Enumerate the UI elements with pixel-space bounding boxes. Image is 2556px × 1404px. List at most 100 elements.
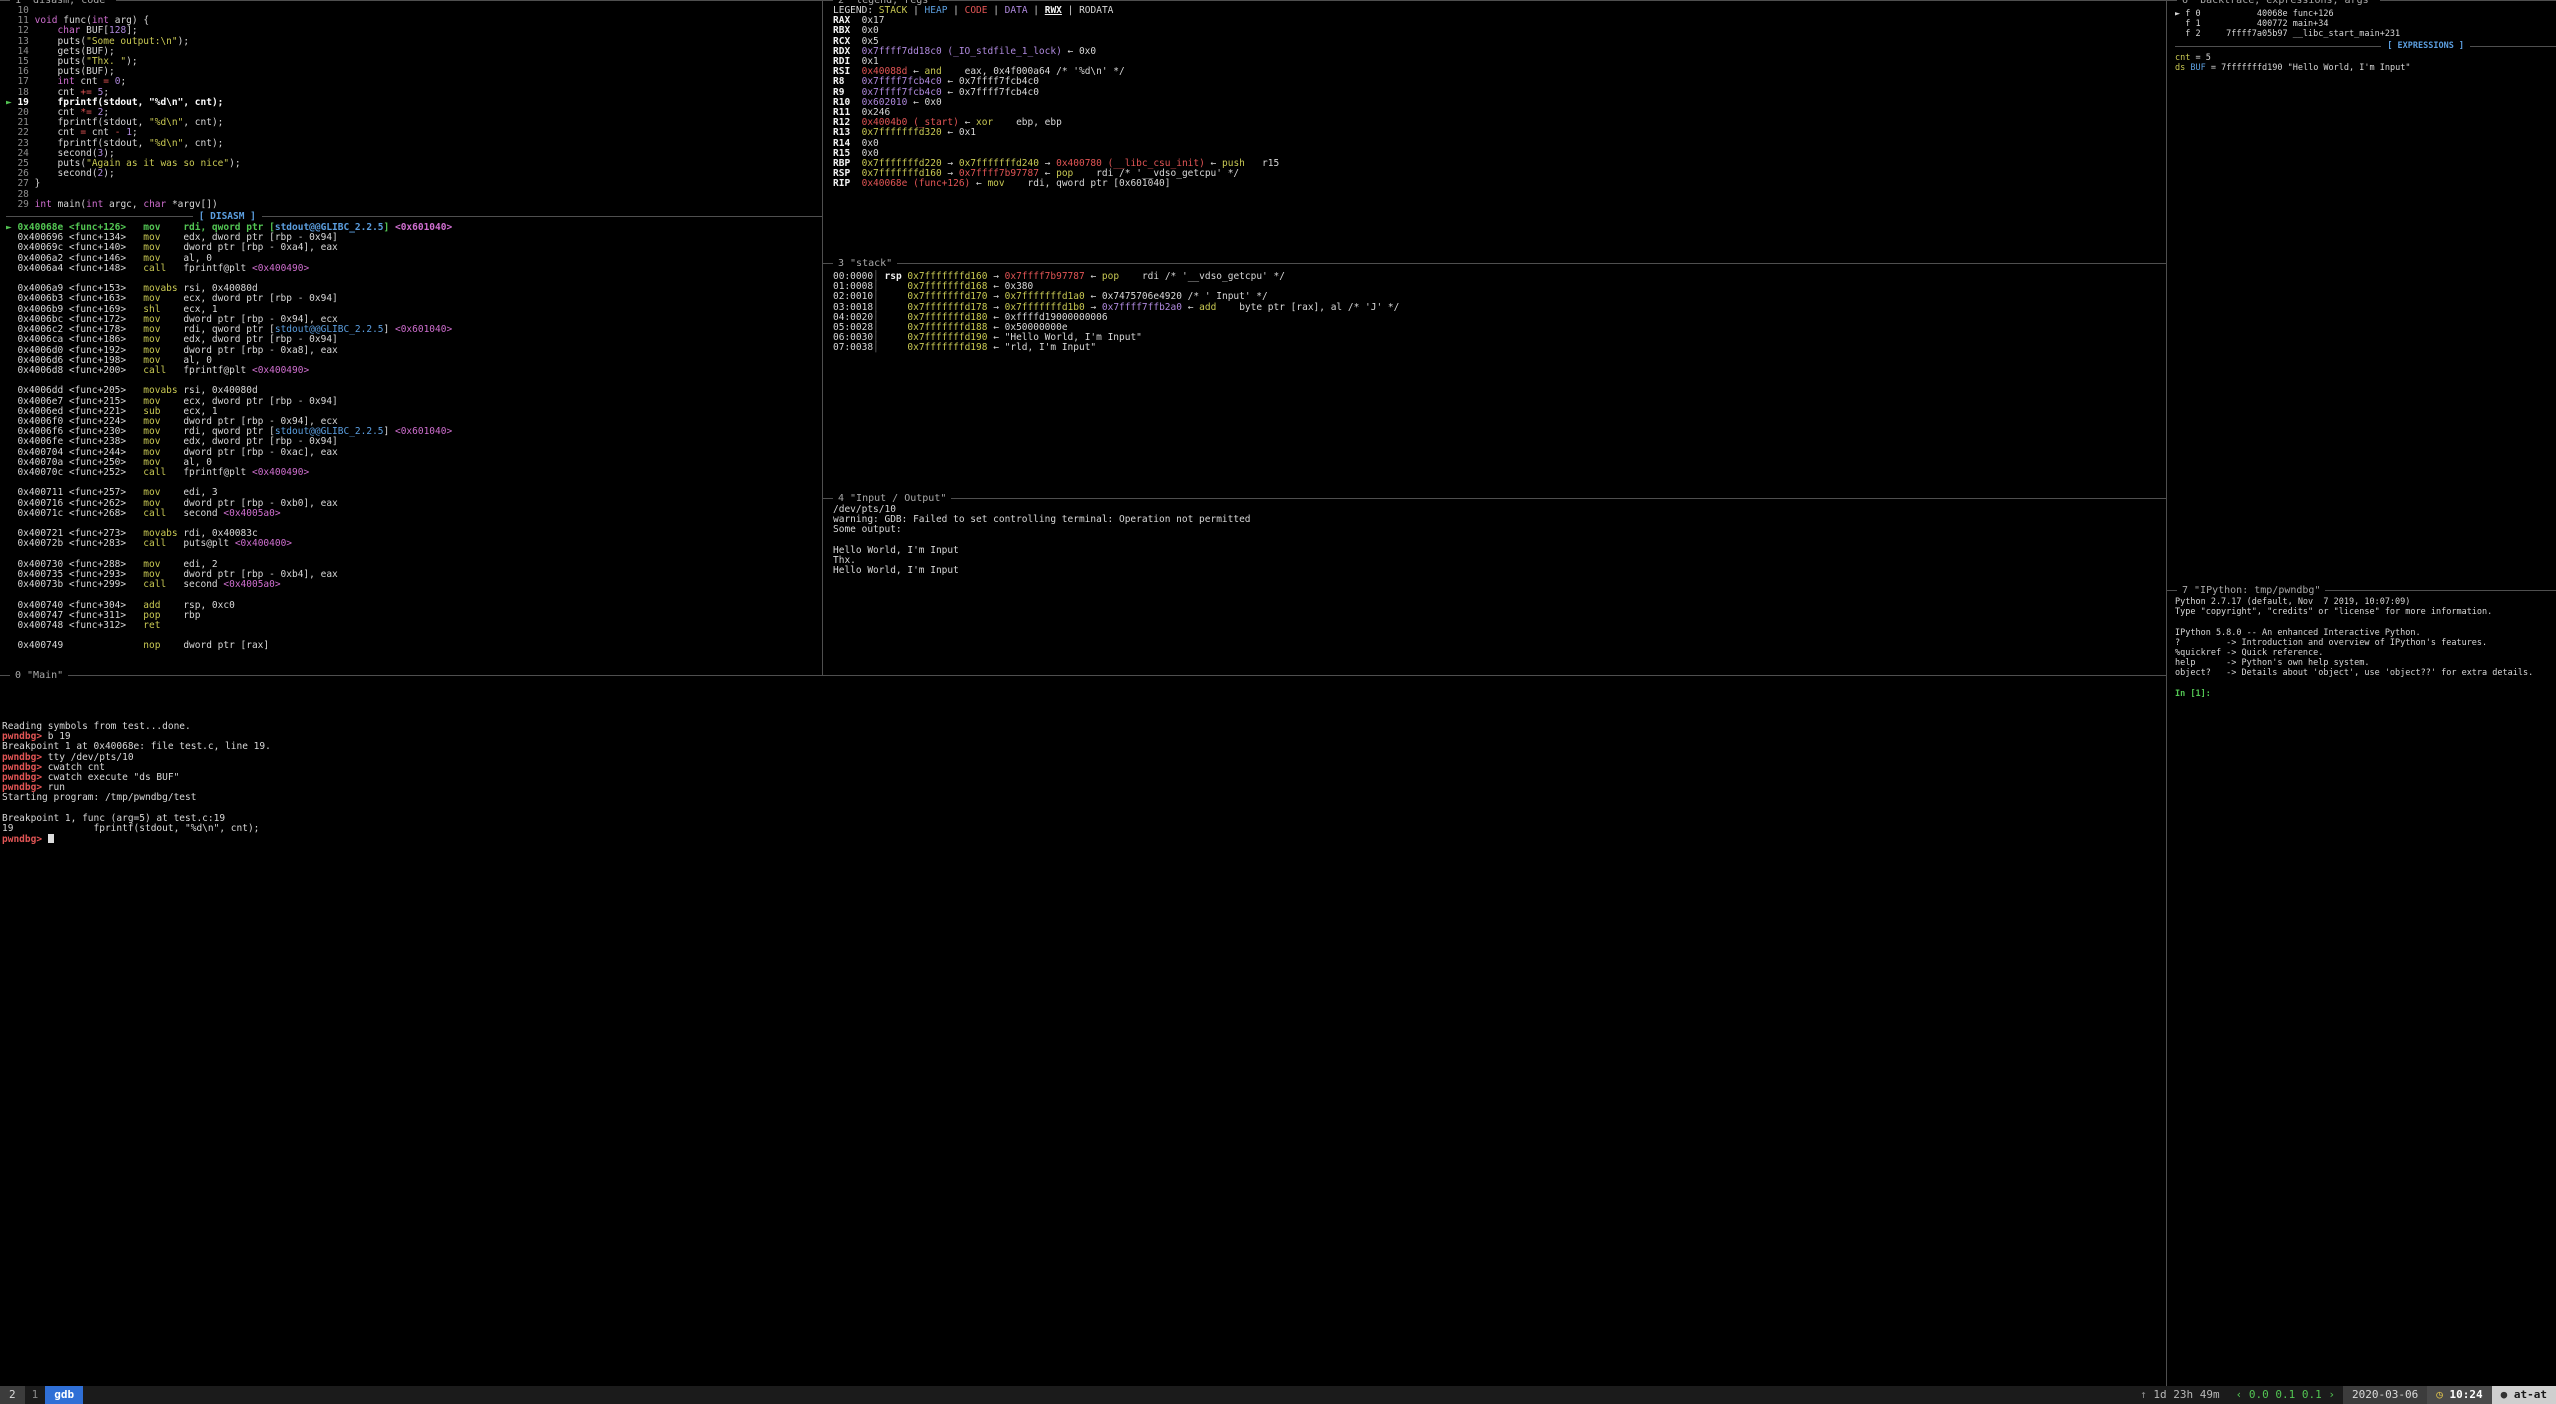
- token: ]: [384, 222, 395, 233]
- token: call: [143, 538, 183, 549]
- io-line: warning: GDB: Failed to set controlling …: [833, 515, 2166, 525]
- console-line: Reading symbols from test...done.: [2, 722, 2166, 732]
- expression-row: ds BUF = 7fffffffd190 "Hello World, I'm …: [2175, 63, 2556, 73]
- main-console-body[interactable]: Reading symbols from test...done.pwndbg>…: [0, 676, 2166, 1386]
- register-row: RBX 0x0: [833, 26, 2166, 36]
- angle-left-icon: ‹: [2236, 1388, 2249, 1401]
- uptime-value: 1d 23h 49m: [2153, 1388, 2219, 1401]
- token: );: [229, 158, 240, 169]
- console-lines: Reading symbols from test...done.pwndbg>…: [2, 722, 2166, 845]
- expressions-list: cnt = 5ds BUF = 7fffffffd190 "Hello Worl…: [2175, 53, 2556, 73]
- pane-ipython[interactable]: 7 "IPython: tmp/pwndbg" Python 2.7.17 (d…: [2166, 590, 2556, 1386]
- token: 0x400749: [6, 640, 143, 651]
- pane-main[interactable]: 0 "Main" Reading symbols from test...don…: [0, 675, 2166, 1386]
- pane-backtrace[interactable]: 6 "backtrace, expressions, args" ► f 0 4…: [2166, 0, 2556, 590]
- ipython-line: Type "copyright", "credits" or "license"…: [2175, 607, 2556, 617]
- token: char: [143, 199, 166, 210]
- token: 0x40070c <func+252>: [6, 467, 143, 478]
- token: argc,: [103, 199, 143, 210]
- console-line: pwndbg> cwatch cnt: [2, 763, 2166, 773]
- token: , cnt);: [183, 138, 223, 149]
- source-line: 23 fprintf(stdout, "%d\n", cnt);: [6, 139, 822, 149]
- source-line: ► 19 fprintf(stdout, "%d\n", cnt);: [6, 98, 822, 108]
- pane-title: 3 "stack": [833, 258, 897, 269]
- pane-io[interactable]: 4 "Input / Output" /dev/pts/10warning: G…: [822, 498, 2166, 675]
- token: ;: [121, 76, 127, 87]
- token: ← 0x0: [1062, 46, 1096, 57]
- token: 0x7ffff7dd18c0 (_IO_stdfile_1_lock): [862, 46, 1062, 57]
- token: fprintf@plt: [183, 467, 252, 478]
- status-right: ↑ 1d 23h 49m ‹ 0.0 0.1 0.1 › 2020-03-06 …: [2132, 1386, 2556, 1404]
- pane-disasm-code[interactable]: 1 "disasm, code" 10 11 void func(int arg…: [0, 0, 822, 675]
- token: 0x40068e (func+126): [862, 178, 971, 189]
- token: 0x7ffff7ffb2a0: [1102, 302, 1182, 313]
- token: 0x4006d8 <func+200>: [6, 365, 143, 376]
- stack-listing: 00:0000│ rsp 0x7fffffffd160 → 0x7ffff7b9…: [833, 272, 2166, 354]
- token: BUF: [2190, 63, 2205, 73]
- token: pop: [1102, 271, 1119, 282]
- pane-stack[interactable]: 3 "stack" 00:0000│ rsp 0x7fffffffd160 → …: [822, 263, 2166, 498]
- token: 0x400748 <func+312>: [6, 620, 143, 631]
- token: );: [178, 36, 189, 47]
- disasm-line: 0x4006a4 <func+148> call fprintf@plt <0x…: [6, 264, 822, 274]
- window-tab-1[interactable]: 1: [25, 1386, 46, 1404]
- source-line: 16 puts(BUF);: [6, 67, 822, 77]
- source-line: 15 puts("Thx. ");: [6, 57, 822, 67]
- token: <0x400490>: [252, 263, 309, 274]
- token: ? -> Introduction and overview of IPytho…: [2175, 638, 2487, 648]
- backtrace-frame: ► f 0 40068e func+126: [2175, 9, 2556, 19]
- token: In [1]:: [2175, 689, 2211, 699]
- token: |: [947, 5, 964, 16]
- token: call: [143, 467, 183, 478]
- token: 0x40071c <func+268>: [6, 508, 143, 519]
- register-row: R14 0x0: [833, 139, 2166, 149]
- token: IPython 5.8.0 -- An enhanced Interactive…: [2175, 628, 2421, 638]
- token: byte ptr [rax], al /* 'J' */: [1216, 302, 1399, 313]
- time-value: 10:24: [2450, 1388, 2483, 1401]
- token: main(: [52, 199, 86, 210]
- token: ← 0x1: [942, 127, 976, 138]
- token: ← 0x7ffff7fcb4c0: [942, 87, 1039, 98]
- uptime-arrow-icon: ↑: [2140, 1388, 2153, 1401]
- token: ]: [384, 426, 395, 437]
- token: nop: [143, 640, 183, 651]
- disasm-line: 0x4006d8 <func+200> call fprintf@plt <0x…: [6, 366, 822, 376]
- token: 07:0038: [833, 342, 873, 353]
- source-line: 26 second(2);: [6, 169, 822, 179]
- ipython-body[interactable]: Python 2.7.17 (default, Nov 7 2019, 10:0…: [2167, 591, 2556, 1386]
- source-line: 17 int cnt = 0;: [6, 77, 822, 87]
- token: second: [183, 579, 223, 590]
- token: rbp: [183, 610, 200, 621]
- token: int: [35, 199, 52, 210]
- token: ←: [970, 178, 987, 189]
- register-row: R12 0x4004b0 (_start) ← xor ebp, ebp: [833, 118, 2166, 128]
- cursor: [48, 834, 54, 843]
- console-line: pwndbg> b 19: [2, 732, 2166, 742]
- expression-row: cnt = 5: [2175, 53, 2556, 63]
- ipython-line: [2175, 617, 2556, 627]
- token: |: [1062, 5, 1079, 16]
- backtrace-frames: ► f 0 40068e func+126 f 1 400772 main+34…: [2175, 9, 2556, 40]
- backtrace-frame: f 2 7ffff7a05b97 __libc_start_main+231: [2175, 29, 2556, 39]
- legend-row: LEGEND: STACK | HEAP | CODE | DATA | RWX…: [833, 6, 2166, 16]
- token: f 1 400772 main+34: [2175, 19, 2329, 29]
- register-row: RDX 0x7ffff7dd18c0 (_IO_stdfile_1_lock) …: [833, 47, 2166, 57]
- pane-legend-regs[interactable]: 2 "legend, regs" LEGEND: STACK | HEAP | …: [822, 0, 2166, 263]
- token: <0x400400>: [235, 538, 292, 549]
- token: <0x4005a0>: [223, 579, 280, 590]
- token: f 2 7ffff7a05b97 __libc_start_main+231: [2175, 29, 2400, 39]
- token: ←: [1182, 302, 1199, 313]
- token: 0x40072b <func+283>: [6, 538, 143, 549]
- pane-title: 0 "Main": [10, 670, 68, 681]
- pane-title: 1 "disasm, code": [10, 0, 116, 6]
- token: [879, 342, 908, 353]
- disasm-section-header: [ DISASM ]: [6, 211, 822, 222]
- token: Type "copyright", "credits" or "license"…: [2175, 607, 2492, 617]
- token: [2175, 617, 2180, 627]
- session-badge[interactable]: 2: [0, 1386, 25, 1404]
- stack-row: 07:0038│ 0x7fffffffd198 ← "rld, I'm Inpu…: [833, 343, 2166, 353]
- token: DATA: [1005, 5, 1028, 16]
- window-tab-gdb[interactable]: gdb: [45, 1386, 83, 1404]
- token: = 7fffffffd190 "Hello World, I'm Input": [2206, 63, 2411, 73]
- token: call: [143, 365, 183, 376]
